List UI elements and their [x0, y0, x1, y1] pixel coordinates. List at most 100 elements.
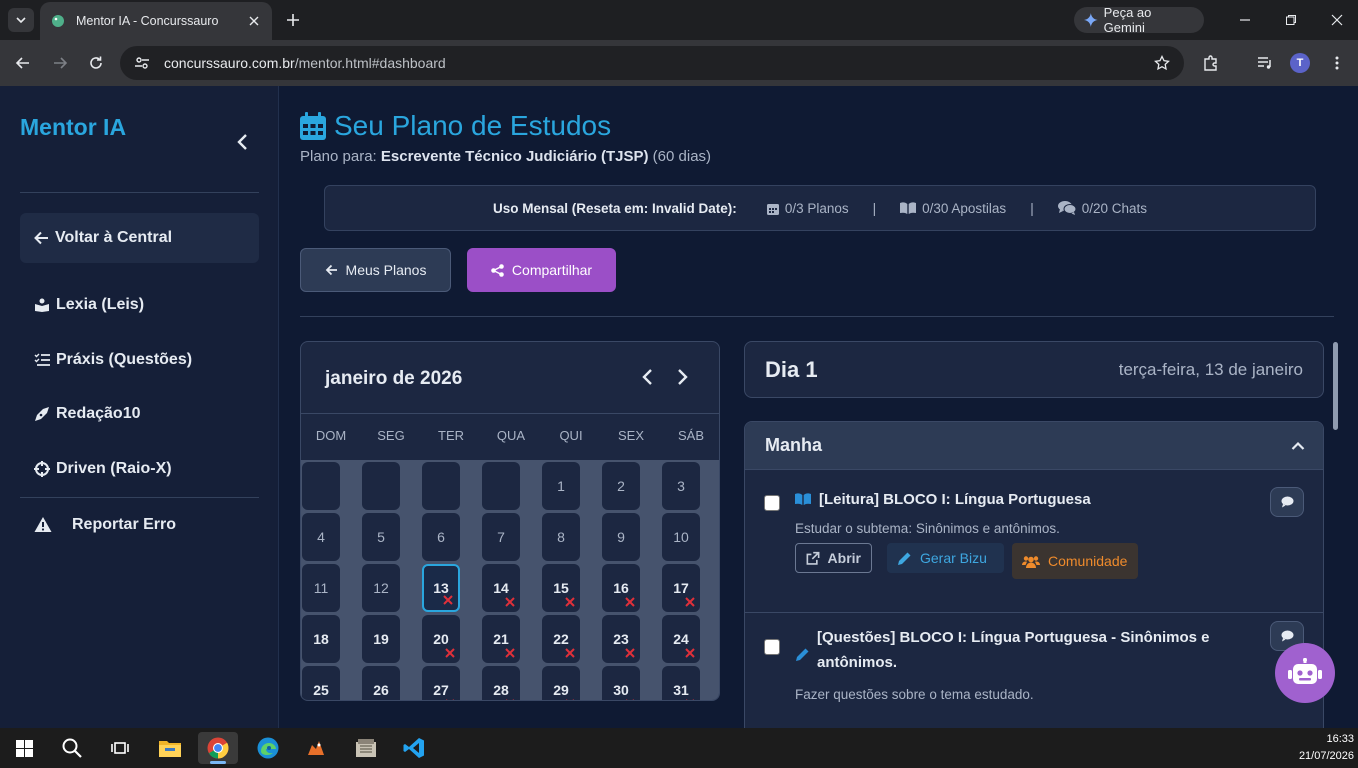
sidebar-item-lexia[interactable]: Lexia (Leis)	[34, 293, 144, 317]
calendar-day[interactable]: 31	[662, 666, 700, 700]
vscode-app[interactable]	[394, 732, 434, 764]
calendar-day[interactable]: 8	[542, 513, 580, 561]
pinned-app[interactable]	[296, 732, 336, 764]
mentor-bot-button[interactable]	[1275, 643, 1335, 703]
calendar-day[interactable]: 21	[482, 615, 520, 663]
gemini-button[interactable]: Peça ao Gemini	[1074, 5, 1204, 35]
calendar-day[interactable]: 5	[362, 513, 400, 561]
media-controls-button[interactable]	[1254, 52, 1276, 74]
usage-plans-text: 0/3 Planos	[784, 200, 849, 216]
calendar-day[interactable]: 3	[662, 462, 700, 510]
report-error-button[interactable]: Reportar Erro	[34, 516, 176, 534]
tab-close-button[interactable]	[246, 13, 262, 29]
open-book-icon	[900, 202, 917, 214]
chevron-up-icon	[1291, 441, 1305, 450]
profile-avatar[interactable]: T	[1290, 53, 1310, 73]
calendar-day[interactable]: 18	[302, 615, 340, 663]
missed-x-icon	[443, 595, 453, 605]
missed-x-icon	[505, 597, 515, 607]
task-checkbox[interactable]	[764, 495, 780, 511]
period-title: Manha	[765, 435, 823, 455]
calendar-day[interactable]: 25	[302, 666, 340, 700]
calendar-day[interactable]: 19	[362, 615, 400, 663]
site-info-icon[interactable]	[132, 53, 152, 73]
calendar-day[interactable]: 17	[662, 564, 700, 612]
task-checkbox[interactable]	[764, 639, 780, 655]
calendar-month: janeiro de 2026	[325, 368, 463, 389]
restore-button[interactable]	[1268, 6, 1314, 34]
panel-scrollbar[interactable]	[1333, 342, 1338, 430]
task-view-icon	[111, 742, 129, 754]
pinned-app[interactable]	[346, 732, 386, 764]
start-button[interactable]	[4, 732, 44, 764]
browser-tab-active[interactable]: Mentor IA - Concurssauro	[40, 2, 272, 40]
calendar-day[interactable]: 23	[602, 615, 640, 663]
community-button[interactable]: Comunidade	[1012, 543, 1138, 579]
forward-button[interactable]	[48, 51, 72, 75]
calendar-day[interactable]: 14	[482, 564, 520, 612]
address-bar[interactable]: concurssauro.com.br/mentor.html#dashboar…	[120, 46, 1184, 80]
calendar-next-button[interactable]	[673, 365, 693, 389]
file-explorer-app[interactable]	[150, 732, 190, 764]
calendar-day[interactable]: 4	[302, 513, 340, 561]
sidebar-collapse-button[interactable]	[232, 130, 252, 154]
open-material-button[interactable]: Abrir	[795, 543, 872, 573]
calendar-day[interactable]: 30	[602, 666, 640, 700]
back-to-central-button[interactable]: Voltar à Central	[20, 213, 259, 263]
calendar-day[interactable]: 20	[422, 615, 460, 663]
calendar-empty-cell	[302, 462, 340, 510]
system-clock[interactable]: 16:33 21/07/2026	[1299, 731, 1354, 765]
calendar-day[interactable]: 10	[662, 513, 700, 561]
close-window-button[interactable]	[1314, 6, 1358, 34]
generate-bizu-button[interactable]: Gerar Bizu	[887, 543, 1004, 573]
sidebar-item-label: Práxis (Questões)	[56, 351, 193, 368]
missed-x-icon	[505, 648, 515, 658]
task-description: Estudar o subtema: Sinônimos e antônimos…	[795, 521, 1060, 536]
calendar-day[interactable]: 1	[542, 462, 580, 510]
calendar-day[interactable]: 27	[422, 666, 460, 700]
edge-app[interactable]	[248, 732, 288, 764]
calendar-day[interactable]: 26	[362, 666, 400, 700]
back-button[interactable]	[11, 51, 35, 75]
calendar-day[interactable]: 11	[302, 564, 340, 612]
calendar-day[interactable]: 2	[602, 462, 640, 510]
share-button[interactable]: Compartilhar	[467, 248, 616, 292]
calendar-day[interactable]: 9	[602, 513, 640, 561]
bookmark-star-icon[interactable]	[1152, 53, 1172, 73]
sidebar-item-praxis[interactable]: Práxis (Questões)	[34, 348, 192, 372]
plan-days: (60 dias)	[648, 148, 712, 165]
reload-button[interactable]	[84, 51, 108, 75]
extensions-button[interactable]	[1200, 52, 1222, 74]
task-chat-button[interactable]	[1270, 487, 1304, 517]
warning-icon	[34, 517, 52, 532]
period-header[interactable]: Manha	[745, 422, 1323, 470]
calendar-day[interactable]: 6	[422, 513, 460, 561]
calendar-day-selected[interactable]: 13	[422, 564, 460, 612]
sidebar-item-redacao[interactable]: Redação10	[34, 402, 141, 426]
calendar-icon	[300, 112, 326, 140]
share-nodes-icon	[491, 263, 504, 277]
calendar-day[interactable]: 7	[482, 513, 520, 561]
search-button[interactable]	[52, 732, 92, 764]
task-view-button[interactable]	[100, 732, 140, 764]
chrome-app[interactable]	[198, 732, 238, 764]
chrome-icon	[207, 737, 229, 759]
new-tab-button[interactable]	[282, 8, 304, 32]
calendar-day[interactable]: 24	[662, 615, 700, 663]
my-plans-button[interactable]: Meus Planos	[300, 248, 451, 292]
calendar-day[interactable]: 28	[482, 666, 520, 700]
calendar-day[interactable]: 22	[542, 615, 580, 663]
calendar-day[interactable]: 15	[542, 564, 580, 612]
minimize-button[interactable]	[1222, 6, 1268, 34]
calendar-day[interactable]: 12	[362, 564, 400, 612]
usage-label: Uso Mensal (Reseta em: Invalid Date):	[492, 200, 737, 216]
calendar-day[interactable]: 16	[602, 564, 640, 612]
my-plans-label: Meus Planos	[345, 262, 427, 278]
usage-plans: 0/3 Planos	[766, 200, 849, 216]
calendar-day[interactable]: 29	[542, 666, 580, 700]
main-content: Seu Plano de Estudos Plano para: Escreve…	[280, 86, 1358, 728]
tab-search-button[interactable]	[8, 8, 34, 32]
browser-menu-button[interactable]	[1326, 52, 1348, 74]
sidebar-item-driven[interactable]: Driven (Raio-X)	[34, 457, 172, 481]
calendar-prev-button[interactable]	[637, 365, 657, 389]
